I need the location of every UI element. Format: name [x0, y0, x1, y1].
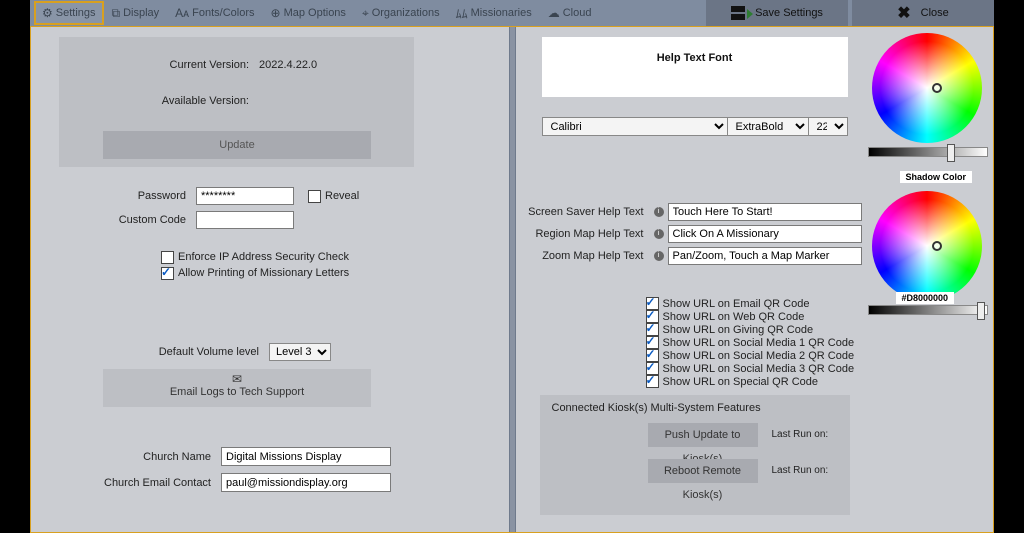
font-icon: Aᴀ [175, 6, 189, 20]
people-icon: ﾑﾑ [456, 5, 468, 22]
regionmap-help-input[interactable] [668, 225, 862, 243]
church-email-label: Church Email Contact [31, 477, 221, 489]
tab-label: Organizations [372, 7, 440, 19]
qr-label: Show URL on Social Media 2 QR Code [663, 350, 855, 362]
zoommap-label: Zoom Map Help Text [516, 250, 654, 262]
volume-select[interactable]: Level 3 [269, 343, 331, 361]
qr-label: Show URL on Special QR Code [663, 376, 819, 388]
shadow-color-hex: #D8000000 [896, 292, 955, 304]
slider-handle[interactable] [977, 302, 985, 320]
screensaver-help-input[interactable] [668, 203, 862, 221]
info-icon[interactable]: i [654, 207, 664, 217]
reveal-checkbox[interactable] [308, 190, 321, 203]
reveal-label: Reveal [325, 190, 359, 202]
save-settings-button[interactable]: Save Settings [706, 0, 848, 26]
tab-missionaries[interactable]: ﾑﾑ Missionaries [448, 1, 540, 25]
gear-icon: ⚙ [42, 6, 53, 20]
church-email-input[interactable] [221, 473, 391, 492]
right-pane: Help Text Font Calibri ExtraBold 22 Scre… [516, 27, 994, 532]
password-input[interactable] [196, 187, 294, 205]
allow-printing-label: Allow Printing of Missionary Letters [178, 267, 349, 279]
reboot-kiosk-button[interactable]: Reboot Remote Kiosk(s) [648, 459, 758, 483]
cloud-icon: ☁ [548, 6, 560, 20]
email-logs-button[interactable]: ✉ Email Logs to Tech Support [103, 369, 371, 407]
kiosk-features-title: Connected Kiosk(s) Multi-System Features [552, 402, 761, 414]
tab-label: Map Options [284, 7, 346, 19]
tab-label: Display [123, 7, 159, 19]
regionmap-label: Region Map Help Text [516, 228, 654, 240]
display-icon: ⧉ [112, 6, 121, 21]
button-label: Save Settings [755, 7, 823, 19]
qr-label: Show URL on Social Media 1 QR Code [663, 337, 855, 349]
allow-printing-checkbox[interactable] [161, 267, 174, 280]
push-last-run-label: Last Run on: [772, 429, 829, 440]
version-box: Current Version: 2022.4.22.0 Available V… [59, 37, 414, 167]
tab-label: Missionaries [471, 7, 532, 19]
slider-handle[interactable] [947, 144, 955, 162]
church-name-input[interactable] [221, 447, 391, 466]
church-name-label: Church Name [31, 451, 221, 463]
qr-label: Show URL on Email QR Code [663, 298, 810, 310]
help-text-font-preview: Help Text Font [542, 37, 848, 97]
text-color-wheel[interactable] [872, 33, 982, 143]
zoommap-help-input[interactable] [668, 247, 862, 265]
content-split: Current Version: 2022.4.22.0 Available V… [31, 27, 993, 532]
pane-divider[interactable] [509, 27, 516, 532]
qr-checkbox-list: Show URL on Email QR Code Show URL on We… [646, 297, 855, 388]
font-size-select[interactable]: 22 [808, 117, 848, 136]
tab-label: Settings [56, 7, 96, 19]
globe-icon: ⊕ [271, 6, 281, 20]
button-label: Email Logs to Tech Support [103, 386, 371, 398]
password-label: Password [31, 190, 196, 202]
info-icon[interactable]: i [654, 229, 664, 239]
help-text-font-title: Help Text Font [542, 37, 848, 64]
tab-cloud[interactable]: ☁ Cloud [540, 1, 600, 25]
tab-strip: ⚙ Settings ⧉ Display Aᴀ Fonts/Colors ⊕ M… [30, 0, 599, 26]
qr-label: Show URL on Giving QR Code [663, 324, 814, 336]
screensaver-label: Screen Saver Help Text [516, 206, 654, 218]
qr-special-checkbox[interactable] [646, 375, 659, 388]
button-label: Close [921, 7, 949, 19]
enforce-ip-checkbox[interactable] [161, 251, 174, 264]
spacer [599, 0, 702, 26]
enforce-ip-label: Enforce IP Address Security Check [178, 251, 349, 263]
tab-organizations[interactable]: ⌖ Organizations [354, 1, 448, 25]
current-version-value: 2022.4.22.0 [259, 59, 317, 71]
tab-label: Cloud [563, 7, 592, 19]
shadow-color-brightness-slider[interactable] [868, 305, 988, 315]
reboot-last-run-label: Last Run on: [772, 465, 829, 476]
volume-label: Default Volume level [31, 346, 269, 358]
available-version-label: Available Version: [59, 95, 259, 107]
tab-label: Fonts/Colors [192, 7, 254, 19]
app-window: ⚙ Settings ⧉ Display Aᴀ Fonts/Colors ⊕ M… [30, 0, 994, 533]
push-update-button[interactable]: Push Update to Kiosk(s) [648, 423, 758, 447]
qr-label: Show URL on Social Media 3 QR Code [663, 363, 855, 375]
font-family-select[interactable]: Calibri [542, 117, 728, 136]
custom-code-input[interactable] [196, 211, 294, 229]
tab-map-options[interactable]: ⊕ Map Options [263, 1, 354, 25]
qr-label: Show URL on Web QR Code [663, 311, 805, 323]
save-icon [731, 6, 745, 20]
pin-icon: ⌖ [362, 6, 369, 21]
shadow-color-wheel[interactable] [872, 191, 982, 301]
update-button[interactable]: Update [103, 131, 371, 159]
current-version-label: Current Version: [59, 59, 259, 71]
top-bar: ⚙ Settings ⧉ Display Aᴀ Fonts/Colors ⊕ M… [30, 0, 994, 26]
font-weight-select[interactable]: ExtraBold [727, 117, 809, 136]
info-icon[interactable]: i [654, 251, 664, 261]
tab-settings[interactable]: ⚙ Settings [34, 1, 104, 25]
tab-display[interactable]: ⧉ Display [104, 1, 168, 25]
envelope-icon: ✉ [103, 372, 371, 386]
close-button[interactable]: ✖ Close [852, 0, 994, 26]
custom-code-label: Custom Code [31, 214, 196, 226]
text-color-brightness-slider[interactable] [868, 147, 988, 157]
close-icon: ✖ [897, 3, 910, 23]
left-pane: Current Version: 2022.4.22.0 Available V… [31, 27, 509, 532]
shadow-color-title: Shadow Color [900, 171, 973, 183]
tab-fonts-colors[interactable]: Aᴀ Fonts/Colors [167, 1, 262, 25]
content-frame: Current Version: 2022.4.22.0 Available V… [30, 26, 994, 533]
